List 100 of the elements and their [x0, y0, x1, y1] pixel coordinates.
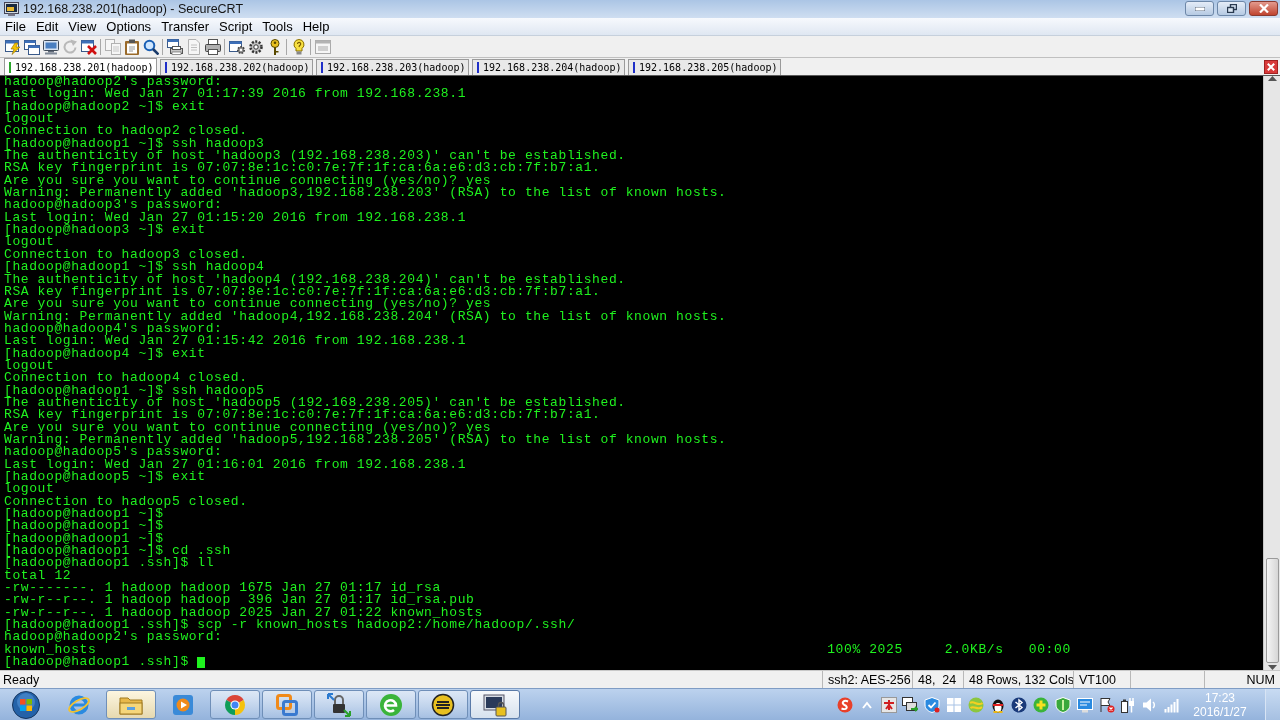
terminal-line: [hadoop@hadoop1 ~]$	[4, 532, 164, 546]
menu-item[interactable]: Edit	[30, 18, 64, 35]
menu-item[interactable]: View	[63, 18, 102, 35]
stacked-squares-icon	[275, 692, 299, 717]
terminal-line: logout	[4, 483, 55, 496]
taskbar-button[interactable]	[418, 690, 468, 719]
file-size: 2025	[869, 641, 903, 657]
monitor-icon[interactable]	[1076, 696, 1093, 713]
close-tab-button[interactable]	[1264, 59, 1278, 74]
terminal-line: The authenticity of host 'hadoop5 (192.168.238.205)' can't be established.	[4, 396, 626, 410]
terminal-window-icon	[4, 2, 19, 16]
close-icon	[1267, 62, 1275, 71]
toolbar-button[interactable]	[141, 37, 160, 56]
terminal-line: The authenticity of host 'hadoop4 (192.168.238.204)' can't be established.	[4, 273, 626, 286]
striped-disc-icon	[431, 692, 455, 717]
terminal-line: [hadoop@hadoop2 ~]$ exit	[4, 100, 206, 114]
windows-icon	[23, 38, 40, 55]
restore-button[interactable]	[1217, 1, 1246, 16]
terminal-line: [hadoop@hadoop3 ~]$ exit	[4, 224, 206, 237]
toolbar-button[interactable]	[203, 37, 222, 56]
session-tab[interactable]: 192.168.238.202(hadoop)	[160, 59, 313, 75]
terminal-line: RSA key fingerprint is 07:07:8e:1c:c0:7e:7f:1f:ca:6a:e6:d3:cb:7f:b7:a1.	[4, 162, 601, 175]
terminal-line: -rw-r--r--. 1 hadoop hadoop 2025 Jan 27 01:22 known_hosts	[4, 606, 483, 620]
toolbar-button[interactable]	[122, 37, 141, 56]
terminal-line: Connection to hadoop3 closed.	[4, 248, 248, 262]
session-tab[interactable]: 192.168.238.201(hadoop)	[4, 58, 157, 75]
terminal-line: -rw-r--r--. 1 hadoop hadoop 396 Jan 27 01:17 id_rsa.pub	[4, 594, 475, 607]
taskbar-button[interactable]	[314, 690, 364, 719]
terminal-line: hadoop@hadoop2's password:	[4, 631, 223, 644]
menu-item[interactable]: Tools	[257, 18, 298, 35]
search-icon	[142, 38, 159, 55]
bluetooth-icon[interactable]	[1011, 696, 1028, 713]
terminal-line: total 12	[4, 569, 72, 583]
window-printer-icon	[166, 38, 183, 55]
document-icon	[185, 38, 202, 55]
toolbar-button[interactable]	[79, 37, 98, 56]
block-cursor-icon	[197, 656, 206, 668]
stacked-windows-icon[interactable]	[902, 696, 919, 713]
gear-icon	[247, 38, 264, 55]
shield-check-icon[interactable]	[924, 696, 941, 713]
minimize-button[interactable]	[1185, 1, 1214, 16]
toolbar-button[interactable]	[165, 37, 184, 56]
window-x-icon	[80, 38, 97, 55]
session-tab[interactable]: 192.168.238.203(hadoop)	[316, 59, 469, 75]
lightbulb-icon	[290, 38, 307, 55]
menu-item[interactable]: Script	[214, 18, 258, 35]
terminal-line: [hadoop@hadoop1 ~]$	[4, 508, 164, 521]
close-button[interactable]	[1249, 1, 1278, 16]
start-orb-icon	[12, 690, 40, 719]
terminal-line: hadoop@hadoop5's password:	[4, 446, 223, 459]
swoosh-circle-icon	[379, 692, 403, 717]
terminal-line: The authenticity of host 'hadoop3 (192.168.238.203)' can't be established.	[4, 150, 626, 163]
restore-icon	[1226, 4, 1237, 13]
toolbar-button[interactable]	[3, 37, 22, 56]
close-icon	[1258, 4, 1269, 13]
terminal-line: [hadoop@hadoop4 ~]$ exit	[4, 347, 206, 360]
terminal-line: Are you sure you want to continue connecting (yes/no)? yes	[4, 298, 492, 311]
terminal-line: [hadoop@hadoop1 ~]$ ssh hadoop4	[4, 261, 265, 274]
round-badge-icon[interactable]	[837, 696, 854, 713]
terminal-line: Last login: Wed Jan 27 01:15:42 2016 from 192.168.238.1	[4, 335, 467, 348]
shield-icon[interactable]	[1055, 696, 1071, 713]
terminal-line: [hadoop@hadoop1 ~]$ ssh hadoop3	[4, 137, 265, 151]
terminal-line: Last login: Wed Jan 27 01:15:20 2016 from 192.168.238.1	[4, 211, 467, 225]
terminal-line: RSA key fingerprint is 07:07:8e:1c:c0:7e:7f:1f:ca:6a:e6:d3:cb:7f:b7:a1.	[4, 409, 601, 422]
toolbar-button[interactable]	[246, 37, 265, 56]
menu-item[interactable]: Options	[101, 18, 157, 35]
transfer-percent: 100%	[827, 641, 861, 657]
menu-item[interactable]: File	[0, 18, 31, 35]
cross-tile-icon[interactable]	[880, 696, 897, 713]
terminal-line: hadoop@hadoop4's password:	[4, 322, 223, 336]
scroll-thumb[interactable]	[1265, 558, 1279, 663]
terminal-line: hadoop@hadoop2's password:	[4, 76, 223, 89]
menu-item[interactable]: Transfer	[156, 18, 215, 35]
terminal-line: Last login: Wed Jan 27 01:16:01 2016 from 192.168.238.1	[4, 458, 467, 471]
window-padlock-icon	[483, 692, 507, 717]
flag-x-icon[interactable]	[1098, 696, 1115, 713]
terminal-line: Connection to hadoop5 closed.	[4, 495, 248, 509]
toolbar-button[interactable]	[41, 37, 60, 56]
terminal-prompt: [hadoop@hadoop1 .ssh]$	[4, 656, 189, 669]
session-tab[interactable]: 192.168.238.205(hadoop)	[628, 59, 781, 75]
toolbar-button[interactable]	[22, 37, 41, 56]
status-message: Ready	[2, 672, 40, 687]
clipboard-icon	[123, 38, 140, 55]
play-icon	[171, 692, 195, 717]
taskbar-button[interactable]	[470, 690, 520, 719]
window-icon	[314, 38, 331, 55]
scrollbar[interactable]	[1263, 76, 1280, 670]
plug-icon[interactable]	[1120, 696, 1137, 713]
menu-item[interactable]: Help	[297, 18, 335, 35]
terminal-line: logout	[4, 113, 55, 126]
session-tab[interactable]: 192.168.238.204(hadoop)	[472, 59, 625, 75]
window-bolt-icon	[4, 38, 21, 55]
segmented-circle-icon	[223, 692, 247, 717]
terminal-line: [hadoop@hadoop1 .ssh]$ ll	[4, 557, 215, 570]
terminal-line: Connection to hadoop2 closed.	[4, 125, 248, 138]
terminal-line: Warning: Permanently added 'hadoop3,192.168.238.203' (RSA) to the list of known hosts.	[4, 187, 727, 200]
padlock-arrows-icon	[327, 692, 351, 717]
window-title: 192.168.238.201(hadoop) - SecureCRT	[23, 2, 244, 16]
terminal-line: [hadoop@hadoop1 ~]$ cd .ssh	[4, 545, 231, 558]
transfer-time: 00:00	[1028, 641, 1071, 657]
